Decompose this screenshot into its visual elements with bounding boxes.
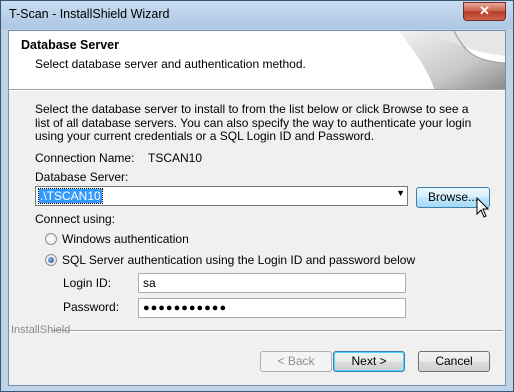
mouse-cursor-icon [476,197,490,218]
chevron-down-icon[interactable]: ▼ [396,188,405,198]
connection-name-value: TSCAN10 [148,151,203,165]
close-button[interactable]: ✕ [463,2,506,21]
close-icon: ✕ [479,3,490,18]
database-server-label: Database Server: [35,170,129,184]
cancel-button[interactable]: Cancel [418,351,490,372]
windows-auth-label: Windows authentication [62,232,189,246]
installer-window: T-Scan - InstallShield Wizard ✕ Database… [0,0,514,392]
login-id-field[interactable]: sa [138,273,406,293]
page-title: Database Server [21,38,119,52]
password-label: Password: [63,300,120,314]
password-field[interactable]: ●●●●●●●●●●● [138,298,406,318]
wizard-body: Database Server Select database server a… [8,30,506,386]
windows-auth-radio[interactable] [45,233,57,245]
sql-auth-radio[interactable] [45,254,57,266]
window-title: T-Scan - InstallShield Wizard [9,7,170,21]
header-divider [9,89,505,91]
page-subtitle: Select database server and authenticatio… [35,57,306,71]
connect-using-label: Connect using: [35,212,116,226]
wizard-header: Database Server Select database server a… [9,31,505,89]
next-button[interactable]: Next > [333,351,405,372]
brand-divider [51,330,503,332]
database-server-select[interactable]: .\TSCAN10 ▼ [35,186,408,206]
database-server-value: .\TSCAN10 [38,188,103,204]
sql-auth-label: SQL Server authentication using the Logi… [62,253,416,267]
title-bar[interactable]: T-Scan - InstallShield Wizard ✕ [1,1,513,29]
instructions-text: Select the database server to install to… [35,102,472,143]
header-graphic [399,31,505,89]
installshield-brand: InstallShield [11,324,71,336]
login-id-label: Login ID: [63,276,112,290]
back-button[interactable]: < Back [260,351,332,372]
connection-name-label: Connection Name: [35,151,135,165]
